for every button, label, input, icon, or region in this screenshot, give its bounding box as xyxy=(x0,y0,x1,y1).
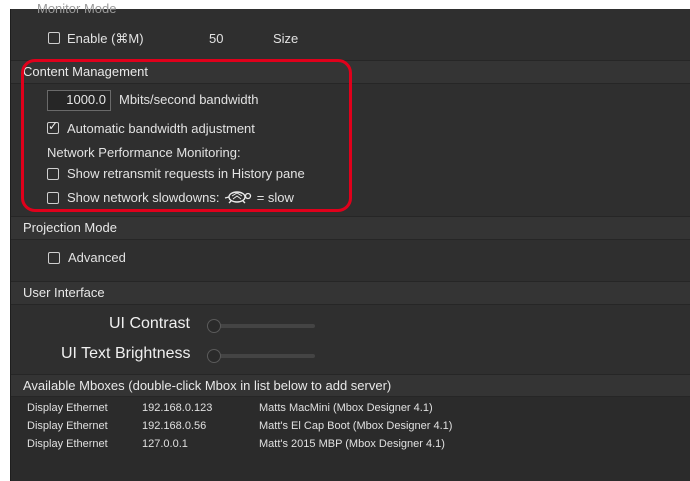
mbox-type: Display Ethernet xyxy=(27,420,108,432)
ui-contrast-slider-knob[interactable] xyxy=(207,319,221,333)
advanced-label: Advanced xyxy=(68,250,126,265)
annotation-highlight xyxy=(21,59,352,212)
mbox-name: Matt's 2015 MBP (Mbox Designer 4.1) xyxy=(259,438,445,450)
ui-contrast-label: UI Contrast xyxy=(109,315,190,332)
enable-monitor-checkbox[interactable] xyxy=(48,32,60,44)
mbox-ip: 192.168.0.123 xyxy=(142,402,213,414)
mbox-ip: 192.168.0.56 xyxy=(142,420,207,432)
monitor-size-value[interactable]: 50 xyxy=(209,31,223,46)
ui-brightness-slider[interactable] xyxy=(207,354,315,358)
ui-brightness-slider-knob[interactable] xyxy=(207,349,221,363)
mboxes-header: Available Mboxes (double-click Mbox in l… xyxy=(23,378,392,393)
user-interface-header: User Interface xyxy=(23,285,105,300)
monitor-mode-header: Monitor Mode xyxy=(37,1,117,16)
projection-mode-header: Projection Mode xyxy=(23,220,117,235)
settings-panel: Monitor Mode Enable (⌘M) 50 Size Content… xyxy=(10,1,690,481)
mbox-name: Matts MacMini (Mbox Designer 4.1) xyxy=(259,402,433,414)
ui-contrast-slider[interactable] xyxy=(207,324,315,328)
enable-monitor-label: Enable (⌘M) xyxy=(67,31,144,46)
mbox-type: Display Ethernet xyxy=(27,402,108,414)
advanced-checkbox[interactable] xyxy=(48,252,60,264)
user-interface-band xyxy=(11,281,690,305)
mbox-ip: 127.0.0.1 xyxy=(142,438,188,450)
mbox-type: Display Ethernet xyxy=(27,438,108,450)
ui-brightness-label: UI Text Brightness xyxy=(61,345,191,362)
mbox-list[interactable]: Display Ethernet 192.168.0.123 Matts Mac… xyxy=(11,397,690,481)
monitor-size-label: Size xyxy=(273,31,299,46)
mbox-name: Matt's El Cap Boot (Mbox Designer 4.1) xyxy=(259,420,453,432)
